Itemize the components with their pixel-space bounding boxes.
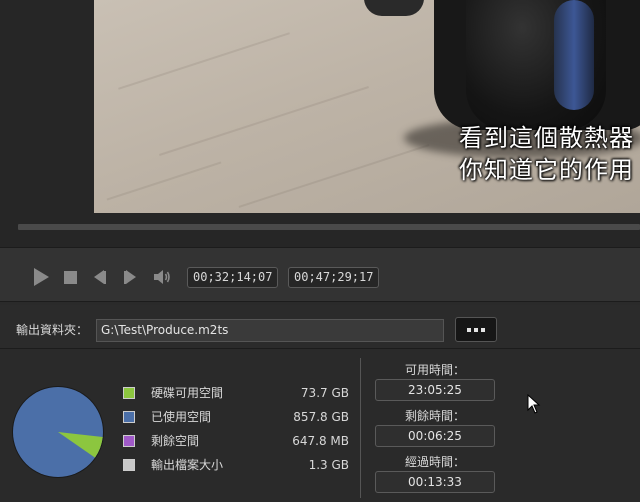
volume-button[interactable]	[151, 266, 173, 288]
legend-value: 647.8 MB	[292, 434, 349, 448]
available-time-value: 23:05:25	[375, 379, 495, 401]
video-frame: 看到這個散熱器 你知道它的作用	[94, 0, 640, 213]
car-part	[364, 0, 424, 16]
output-folder-label: 輸出資料夾：	[16, 323, 89, 337]
disk-usage-pie-chart	[12, 386, 104, 478]
subtitle-line-2: 你知道它的作用	[459, 156, 634, 184]
legend-label: 輸出檔案大小	[151, 458, 224, 472]
legend-row-remaining: 剩餘空間 647.8 MB	[123, 433, 349, 449]
swatch-free	[123, 387, 135, 399]
ground-texture	[159, 86, 369, 156]
stop-icon	[63, 270, 77, 284]
legend-value: 1.3 GB	[308, 458, 349, 472]
mouse-cursor-icon	[527, 394, 541, 414]
previous-frame-button[interactable]	[89, 266, 111, 288]
subtitle-line-1: 看到這個散熱器	[459, 124, 634, 152]
timeline-scrubber[interactable]	[18, 224, 640, 230]
remaining-time-value: 00:06:25	[375, 425, 495, 447]
panel-divider	[360, 358, 361, 498]
play-button[interactable]	[30, 266, 52, 288]
legend-label: 硬碟可用空間	[151, 386, 224, 400]
total-timecode: 00;47;29;17	[288, 267, 380, 288]
available-time-label: 可用時間：	[404, 363, 465, 377]
elapsed-time-value: 00:13:33	[375, 471, 495, 493]
dot	[474, 327, 478, 332]
next-frame-button[interactable]	[119, 266, 141, 288]
stop-button[interactable]	[59, 266, 81, 288]
output-path-field[interactable]: G:\Test\Produce.m2ts	[96, 319, 444, 342]
dot	[481, 327, 485, 332]
output-folder-row: 輸出資料夾： G:\Test\Produce.m2ts	[0, 305, 640, 349]
play-icon	[33, 268, 49, 286]
legend-row-free: 硬碟可用空間 73.7 GB	[123, 385, 349, 401]
ground-texture	[238, 144, 430, 208]
disk-stats-panel: 硬碟可用空間 73.7 GB 已使用空間 857.8 GB 剩餘空間 647.8…	[0, 350, 640, 502]
browse-button[interactable]	[455, 317, 497, 342]
legend-label: 剩餘空間	[151, 434, 200, 448]
playback-controls: 00;32;14;07 00;47;29;17	[0, 247, 640, 302]
dot	[467, 327, 471, 332]
ground-texture	[118, 32, 290, 90]
video-preview-area: 看到這個散熱器 你知道它的作用	[0, 0, 640, 247]
elapsed-time-label: 經過時間：	[404, 455, 465, 469]
tire-rim	[554, 0, 594, 110]
legend-label: 已使用空間	[151, 410, 212, 424]
remaining-time-label: 剩餘時間：	[404, 409, 465, 423]
legend-value: 857.8 GB	[293, 410, 349, 424]
swatch-used	[123, 411, 135, 423]
legend-value: 73.7 GB	[300, 386, 349, 400]
current-timecode: 00;32;14;07	[187, 267, 279, 288]
legend-row-output-size: 輸出檔案大小 1.3 GB	[123, 457, 349, 473]
ground-texture	[106, 161, 222, 201]
swatch-output-size	[123, 459, 135, 471]
legend-row-used: 已使用空間 857.8 GB	[123, 409, 349, 425]
next-frame-icon	[124, 270, 136, 284]
previous-frame-icon	[94, 270, 106, 284]
swatch-remaining	[123, 435, 135, 447]
volume-icon	[154, 270, 170, 284]
